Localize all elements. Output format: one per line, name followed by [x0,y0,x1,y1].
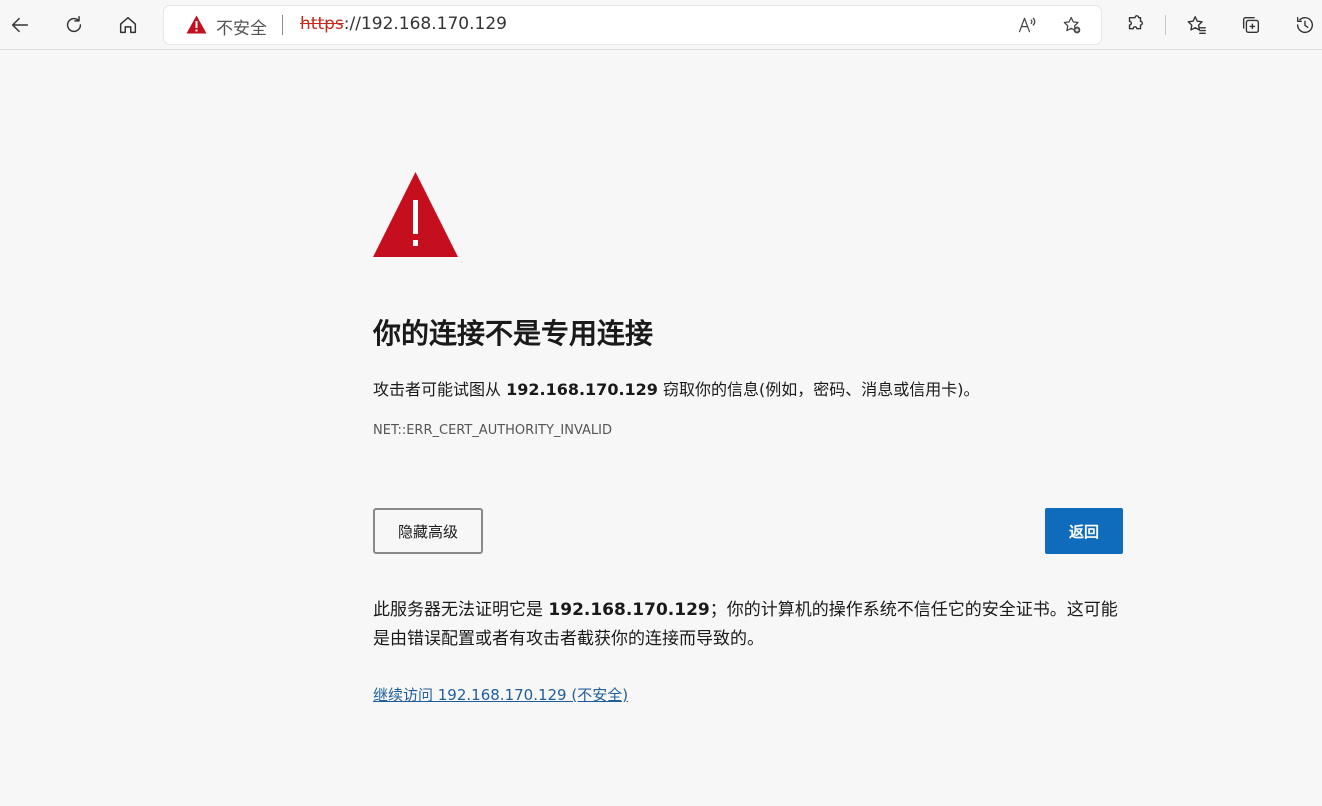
back-arrow-icon [11,17,29,33]
extensions-icon [1128,15,1143,30]
refresh-icon [66,16,82,33]
url-protocol: https [300,14,344,34]
add-favorite-button[interactable] [1057,10,1087,40]
address-bar[interactable]: 不安全 https://192.168.170.129 [164,6,1101,44]
warning-icon [186,15,207,34]
favorites-button[interactable] [1180,8,1214,42]
back-to-safety-button[interactable]: 返回 [1045,508,1123,554]
favorites-icon [1187,16,1206,34]
history-button[interactable] [1288,8,1322,42]
add-favorite-icon [1063,16,1081,34]
address-separator [282,15,283,35]
extensions-button[interactable] [1118,8,1152,42]
home-button[interactable] [111,8,145,42]
warning-description: 攻击者可能试图从 192.168.170.129 窃取你的信息(例如，密码、消息… [373,376,980,400]
refresh-button[interactable] [57,8,91,42]
home-icon [119,16,137,34]
back-button[interactable] [3,8,37,42]
url-text[interactable]: https://192.168.170.129 [300,14,507,34]
page-title: 你的连接不是专用连接 [373,317,654,350]
collections-button[interactable] [1234,8,1268,42]
detail-prefix: 此服务器无法证明它是 [373,600,549,620]
hide-advanced-button[interactable]: 隐藏高级 [373,508,483,554]
url-host: ://192.168.170.129 [343,14,507,34]
read-aloud-button[interactable] [1012,10,1042,40]
collections-icon [1242,16,1260,34]
proceed-unsafe-link[interactable]: 继续访问 192.168.170.129 (不安全) [373,684,628,705]
description-suffix: 窃取你的信息(例如，密码、消息或信用卡)。 [657,380,980,399]
toolbar-divider [1165,15,1166,35]
history-icon [1296,16,1313,34]
detail-host-name: 192.168.170.129 [548,600,710,620]
read-aloud-icon [1018,17,1036,33]
large-warning-icon [373,172,458,257]
host-name: 192.168.170.129 [506,380,658,399]
description-prefix: 攻击者可能试图从 [373,380,507,399]
security-label[interactable]: 不安全 [216,14,267,39]
browser-toolbar: 不安全 https://192.168.170.129 [0,0,1322,50]
error-code[interactable]: NET::ERR_CERT_AUTHORITY_INVALID [373,423,612,438]
advanced-details: 此服务器无法证明它是 192.168.170.129；你的计算机的操作系统不信任… [373,596,1125,654]
